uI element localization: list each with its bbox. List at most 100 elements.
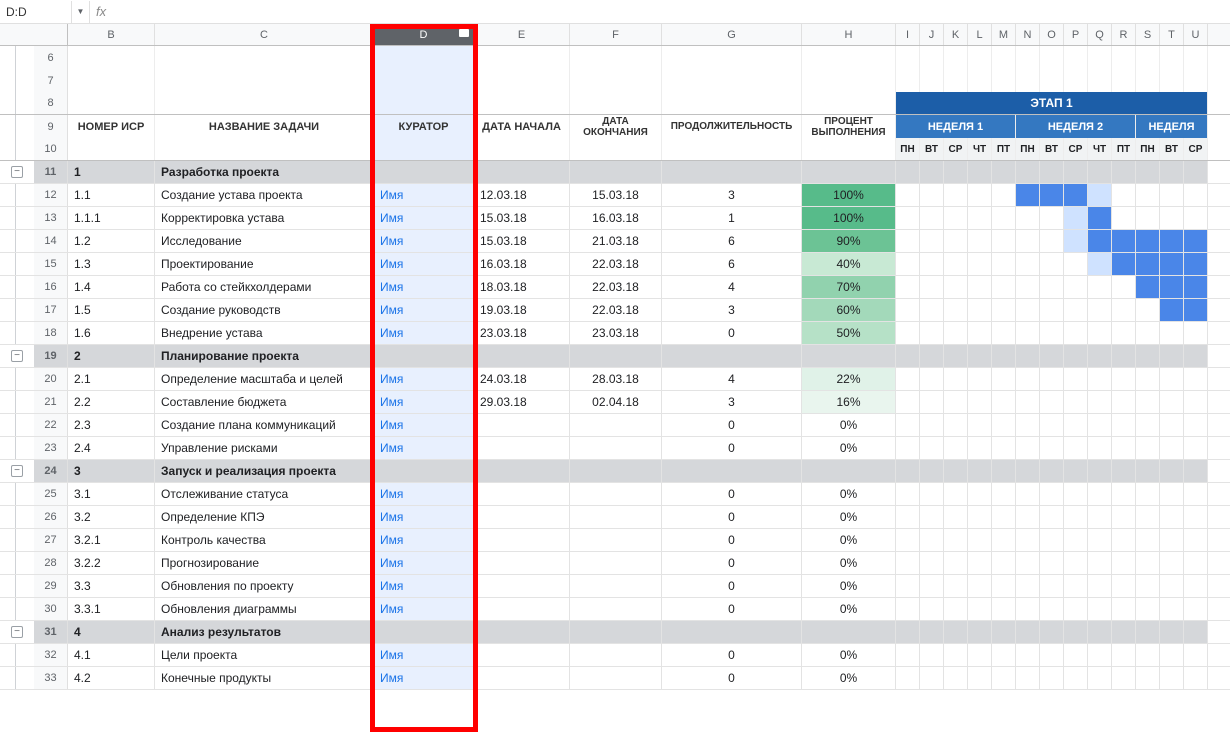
- gantt-cell[interactable]: [1016, 207, 1040, 229]
- row-number[interactable]: 14: [34, 230, 68, 252]
- dur-cell[interactable]: 0: [662, 414, 802, 436]
- row-number[interactable]: 26: [34, 506, 68, 528]
- gantt-cell[interactable]: [896, 230, 920, 252]
- cell[interactable]: [802, 69, 896, 92]
- task-title-cell[interactable]: Обновления диаграммы: [155, 598, 374, 620]
- start-cell[interactable]: [474, 598, 570, 620]
- gantt-cell[interactable]: [1064, 230, 1088, 252]
- dur-cell[interactable]: [662, 621, 802, 643]
- gantt-cell[interactable]: [1064, 483, 1088, 505]
- gantt-cell[interactable]: [1184, 391, 1208, 413]
- task-title-cell[interactable]: Работа со стейкхолдерами: [155, 276, 374, 298]
- gantt-cell[interactable]: [1016, 460, 1040, 482]
- gantt-cell[interactable]: [1184, 506, 1208, 528]
- start-cell[interactable]: [474, 460, 570, 482]
- gantt-cell[interactable]: [1112, 483, 1136, 505]
- start-cell[interactable]: 29.03.18: [474, 391, 570, 413]
- pct-cell[interactable]: 0%: [802, 575, 896, 597]
- pct-cell[interactable]: 100%: [802, 184, 896, 206]
- pct-cell[interactable]: 40%: [802, 253, 896, 275]
- start-cell[interactable]: [474, 483, 570, 505]
- gantt-cell[interactable]: [944, 276, 968, 298]
- task-title-cell[interactable]: Анализ результатов: [155, 621, 374, 643]
- pct-cell[interactable]: 0%: [802, 414, 896, 436]
- gantt-cell[interactable]: [1064, 621, 1088, 643]
- task-title-cell[interactable]: Цели проекта: [155, 644, 374, 666]
- curator-cell[interactable]: Имя: [374, 575, 474, 597]
- gantt-cell[interactable]: [1040, 667, 1064, 689]
- gantt-cell[interactable]: [1040, 414, 1064, 436]
- gantt-cell[interactable]: [968, 391, 992, 413]
- wbs-cell[interactable]: 3.2.1: [68, 529, 155, 551]
- pct-cell[interactable]: 70%: [802, 276, 896, 298]
- row-number[interactable]: 13: [34, 207, 68, 229]
- gantt-cell[interactable]: [920, 276, 944, 298]
- gantt-cell[interactable]: [944, 575, 968, 597]
- gantt-cell[interactable]: [1160, 506, 1184, 528]
- gantt-cell[interactable]: [992, 483, 1016, 505]
- task-title-cell[interactable]: Запуск и реализация проекта: [155, 460, 374, 482]
- gantt-cell[interactable]: [1040, 575, 1064, 597]
- gantt-cell[interactable]: [1184, 483, 1208, 505]
- gantt-cell[interactable]: [1040, 644, 1064, 666]
- cell[interactable]: [68, 46, 155, 69]
- dur-cell[interactable]: 4: [662, 276, 802, 298]
- gantt-cell[interactable]: [896, 391, 920, 413]
- wbs-cell[interactable]: 1.6: [68, 322, 155, 344]
- gantt-cell[interactable]: [1112, 460, 1136, 482]
- gantt-cell[interactable]: [920, 414, 944, 436]
- gantt-cell[interactable]: [968, 621, 992, 643]
- curator-cell[interactable]: Имя: [374, 207, 474, 229]
- row-number[interactable]: 33: [34, 667, 68, 689]
- end-cell[interactable]: [570, 644, 662, 666]
- wbs-cell[interactable]: 2.1: [68, 368, 155, 390]
- curator-cell[interactable]: Имя: [374, 322, 474, 344]
- gantt-cell[interactable]: [1064, 391, 1088, 413]
- gantt-cell[interactable]: [1064, 322, 1088, 344]
- row-number[interactable]: 6: [34, 46, 68, 69]
- dur-cell[interactable]: 3: [662, 184, 802, 206]
- start-cell[interactable]: 23.03.18: [474, 322, 570, 344]
- gantt-cell[interactable]: [1112, 207, 1136, 229]
- gantt-cell[interactable]: [968, 207, 992, 229]
- start-cell[interactable]: [474, 414, 570, 436]
- gantt-cell[interactable]: [1064, 437, 1088, 459]
- gantt-cell[interactable]: [1136, 345, 1160, 367]
- gantt-cell[interactable]: [1184, 184, 1208, 206]
- row-number[interactable]: 27: [34, 529, 68, 551]
- pct-cell[interactable]: 0%: [802, 483, 896, 505]
- task-title-cell[interactable]: Проектирование: [155, 253, 374, 275]
- gantt-cell[interactable]: [920, 345, 944, 367]
- gantt-cell[interactable]: [1112, 391, 1136, 413]
- gantt-cell[interactable]: [1112, 414, 1136, 436]
- gantt-cell[interactable]: [1112, 575, 1136, 597]
- row-number[interactable]: 12: [34, 184, 68, 206]
- gantt-cell[interactable]: [1112, 161, 1136, 183]
- gantt-cell[interactable]: [1136, 575, 1160, 597]
- gantt-cell[interactable]: [1064, 184, 1088, 206]
- gantt-cell[interactable]: [1112, 644, 1136, 666]
- gantt-cell[interactable]: [1184, 345, 1208, 367]
- gantt-cell[interactable]: [920, 575, 944, 597]
- gantt-cell[interactable]: [1184, 437, 1208, 459]
- gantt-cell[interactable]: [1064, 506, 1088, 528]
- gantt-cell[interactable]: [1016, 322, 1040, 344]
- gantt-cell[interactable]: [968, 230, 992, 252]
- gantt-cell[interactable]: [1136, 552, 1160, 574]
- column-header-g[interactable]: G: [662, 24, 802, 45]
- end-cell[interactable]: [570, 345, 662, 367]
- row-number[interactable]: 10: [34, 138, 68, 160]
- gantt-cell[interactable]: [1040, 322, 1064, 344]
- pct-cell[interactable]: 90%: [802, 230, 896, 252]
- gantt-cell[interactable]: [1160, 299, 1184, 321]
- column-header-k[interactable]: K: [944, 24, 968, 45]
- wbs-cell[interactable]: 2.2: [68, 391, 155, 413]
- curator-cell[interactable]: [374, 345, 474, 367]
- start-cell[interactable]: 19.03.18: [474, 299, 570, 321]
- end-cell[interactable]: 16.03.18: [570, 207, 662, 229]
- gantt-cell[interactable]: [896, 184, 920, 206]
- gantt-cell[interactable]: [920, 253, 944, 275]
- gantt-cell[interactable]: [944, 529, 968, 551]
- gantt-cell[interactable]: [992, 575, 1016, 597]
- wbs-cell[interactable]: 4.2: [68, 667, 155, 689]
